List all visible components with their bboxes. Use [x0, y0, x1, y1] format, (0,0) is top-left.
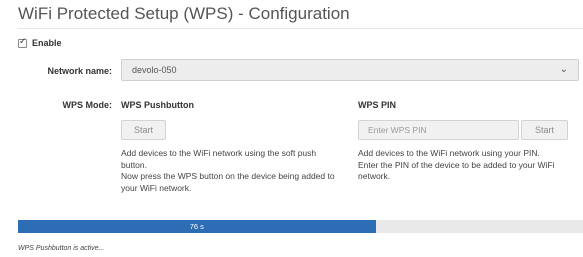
chevron-down-icon: ⌄: [559, 64, 568, 75]
status-message: WPS Pushbutton is active...: [18, 245, 105, 252]
pin-start-button[interactable]: Start: [521, 120, 568, 140]
wps-configuration-page: WiFi Protected Setup (WPS) - Configurati…: [0, 0, 583, 257]
enable-label: Enable: [32, 38, 62, 48]
network-name-label: Network name:: [47, 66, 112, 76]
pin-desc-line1: Add devices to the WiFi network using yo…: [358, 148, 540, 158]
progress-fill: 76 s: [18, 220, 376, 233]
network-name-select[interactable]: devolo-050 ⌄: [121, 59, 579, 81]
enable-checkbox[interactable]: [18, 37, 27, 48]
wps-pin-title: WPS PIN: [358, 100, 397, 110]
wps-progress-bar: 76 s: [18, 220, 583, 233]
pushbutton-desc-line2: Now press the WPS button on the device b…: [121, 171, 335, 193]
page-title: WiFi Protected Setup (WPS) - Configurati…: [18, 4, 350, 23]
wps-mode-label: WPS Mode:: [62, 100, 113, 110]
wps-pin-input[interactable]: Enter WPS PIN: [358, 120, 519, 140]
pushbutton-start-button[interactable]: Start: [121, 120, 166, 140]
wps-pushbutton-title: WPS Pushbutton: [121, 100, 194, 110]
progress-time-text: 76 s: [189, 222, 204, 231]
pin-description: Add devices to the WiFi network using yo…: [358, 148, 580, 183]
pushbutton-desc-line1: Add devices to the WiFi network using th…: [121, 148, 317, 170]
pin-desc-line2: Enter the PIN of the device to be added …: [358, 159, 555, 182]
title-divider: [18, 28, 583, 29]
enable-row[interactable]: Enable: [18, 37, 62, 48]
network-name-value: devolo-050: [132, 65, 177, 75]
pushbutton-description: Add devices to the WiFi network using th…: [121, 148, 341, 194]
